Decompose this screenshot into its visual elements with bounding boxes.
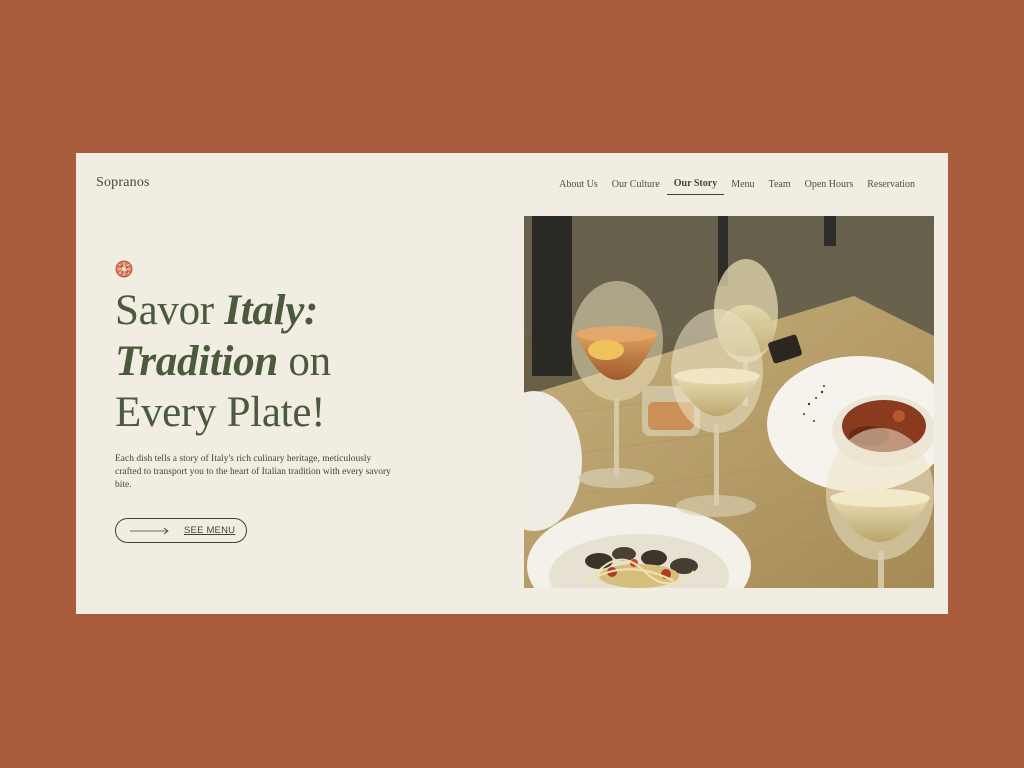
hero-description: Each dish tells a story of Italy's rich … [115, 454, 391, 490]
nav-about-us[interactable]: About Us [552, 178, 605, 195]
nav-menu[interactable]: Menu [724, 178, 761, 195]
headline-part-italy: Italy: [224, 287, 319, 334]
headline-part-every-plate: Every Plate! [115, 389, 326, 436]
nav-open-hours[interactable]: Open Hours [798, 178, 861, 195]
main-nav: About Us Our Culture Our Story Menu Team… [552, 177, 922, 195]
nav-our-culture[interactable]: Our Culture [605, 178, 667, 195]
headline-part-tradition: Tradition [115, 338, 278, 385]
restaurant-table-photo [524, 216, 934, 588]
see-menu-button[interactable]: SEE MENU [115, 518, 247, 543]
nav-team[interactable]: Team [762, 178, 798, 195]
pizza-icon [115, 260, 133, 278]
headline-part-on: on [277, 338, 331, 385]
nav-our-story[interactable]: Our Story [666, 177, 725, 195]
site-logo[interactable]: Sopranos [96, 175, 150, 191]
hero-card: Sopranos About Us Our Culture Our Story … [76, 153, 948, 614]
arrow-right-icon [130, 527, 170, 535]
hero-headline: Savor Italy: Tradition on Every Plate! [115, 285, 331, 438]
headline-part-savor: Savor [115, 287, 225, 334]
see-menu-label: SEE MENU [184, 525, 236, 536]
nav-reservation[interactable]: Reservation [860, 178, 922, 195]
